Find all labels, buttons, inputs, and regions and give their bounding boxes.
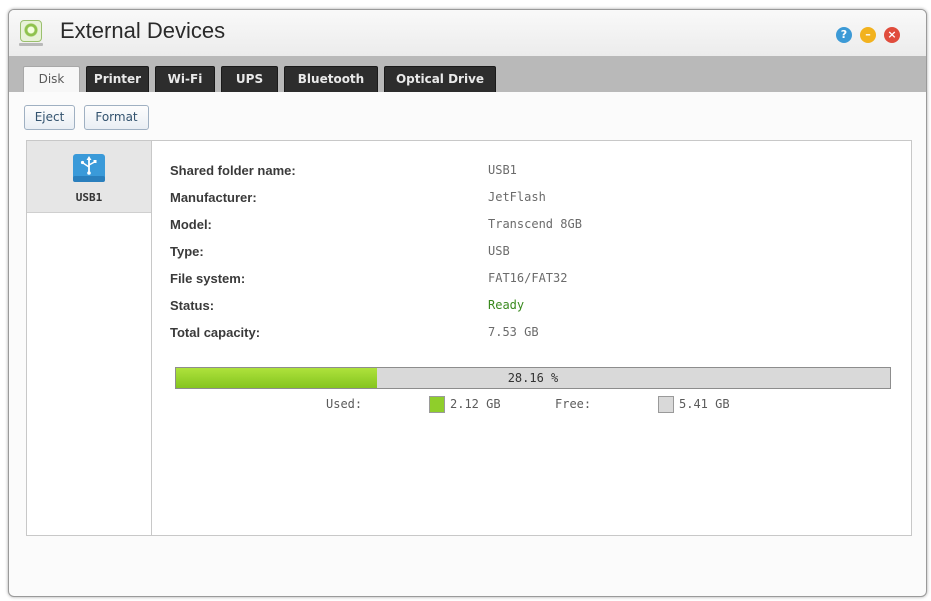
total-capacity-value: 7.53 GB (488, 325, 539, 339)
info-row-shared-folder: Shared folder name: USB1 (170, 163, 870, 183)
eject-button[interactable]: Eject (24, 105, 75, 130)
format-button[interactable]: Format (84, 105, 149, 130)
used-swatch (429, 396, 445, 413)
manufacturer-value: JetFlash (488, 190, 546, 204)
app-icon-base (19, 43, 43, 46)
window-title: External Devices (60, 18, 226, 43)
status-label: Status: (170, 298, 215, 313)
device-panel: USB1 Shared folder name: USB1 Manufactur… (26, 140, 912, 536)
info-row-model: Model: Transcend 8GB (170, 217, 870, 237)
capacity-percent-text: 28.16 % (507, 371, 559, 385)
manufacturer-label: Manufacturer: (170, 190, 257, 205)
type-label: Type: (170, 244, 204, 259)
device-label: USB1 (75, 191, 103, 204)
tab-bluetooth[interactable]: Bluetooth (284, 66, 378, 92)
free-label: Free: (555, 397, 592, 411)
tab-printer[interactable]: Printer (86, 66, 149, 92)
file-system-value: FAT16/FAT32 (488, 271, 568, 285)
title-bar[interactable]: External Devices ? – × (9, 10, 926, 56)
capacity-progress-bar: 28.16 % (175, 367, 891, 389)
close-icon[interactable]: × (884, 27, 900, 43)
type-value: USB (488, 244, 510, 258)
info-row-total-capacity: Total capacity: 7.53 GB (170, 325, 870, 345)
status-value: Ready (488, 298, 525, 312)
total-capacity-label: Total capacity: (170, 325, 261, 340)
device-item-usb1[interactable]: USB1 (27, 141, 151, 213)
shared-folder-label: Shared folder name: (170, 163, 296, 178)
tab-wifi[interactable]: Wi-Fi (155, 66, 215, 92)
info-row-status: Status: Ready (170, 298, 870, 318)
tab-optical-drive[interactable]: Optical Drive (384, 66, 496, 92)
file-system-label: File system: (170, 271, 246, 286)
free-value: 5.41 GB (679, 397, 730, 411)
used-value: 2.12 GB (450, 397, 501, 411)
info-row-file-system: File system: FAT16/FAT32 (170, 271, 870, 291)
tab-disk[interactable]: Disk (23, 66, 80, 92)
model-label: Model: (170, 217, 212, 232)
device-list: USB1 (27, 141, 152, 535)
info-row-manufacturer: Manufacturer: JetFlash (170, 190, 870, 210)
free-swatch (658, 396, 674, 413)
tab-bar: Disk Printer Wi-Fi UPS Bluetooth Optical… (9, 56, 926, 92)
shared-folder-value: USB1 (488, 163, 517, 177)
used-label: Used: (326, 397, 363, 411)
tab-ups[interactable]: UPS (221, 66, 278, 92)
external-devices-window: External Devices ? – × Disk Printer Wi-F… (8, 9, 927, 597)
usb-drive-icon (73, 154, 105, 182)
help-icon[interactable]: ? (836, 27, 852, 43)
model-value: Transcend 8GB (488, 217, 582, 231)
app-icon (20, 20, 42, 42)
minimize-icon[interactable]: – (860, 27, 876, 43)
info-row-type: Type: USB (170, 244, 870, 264)
